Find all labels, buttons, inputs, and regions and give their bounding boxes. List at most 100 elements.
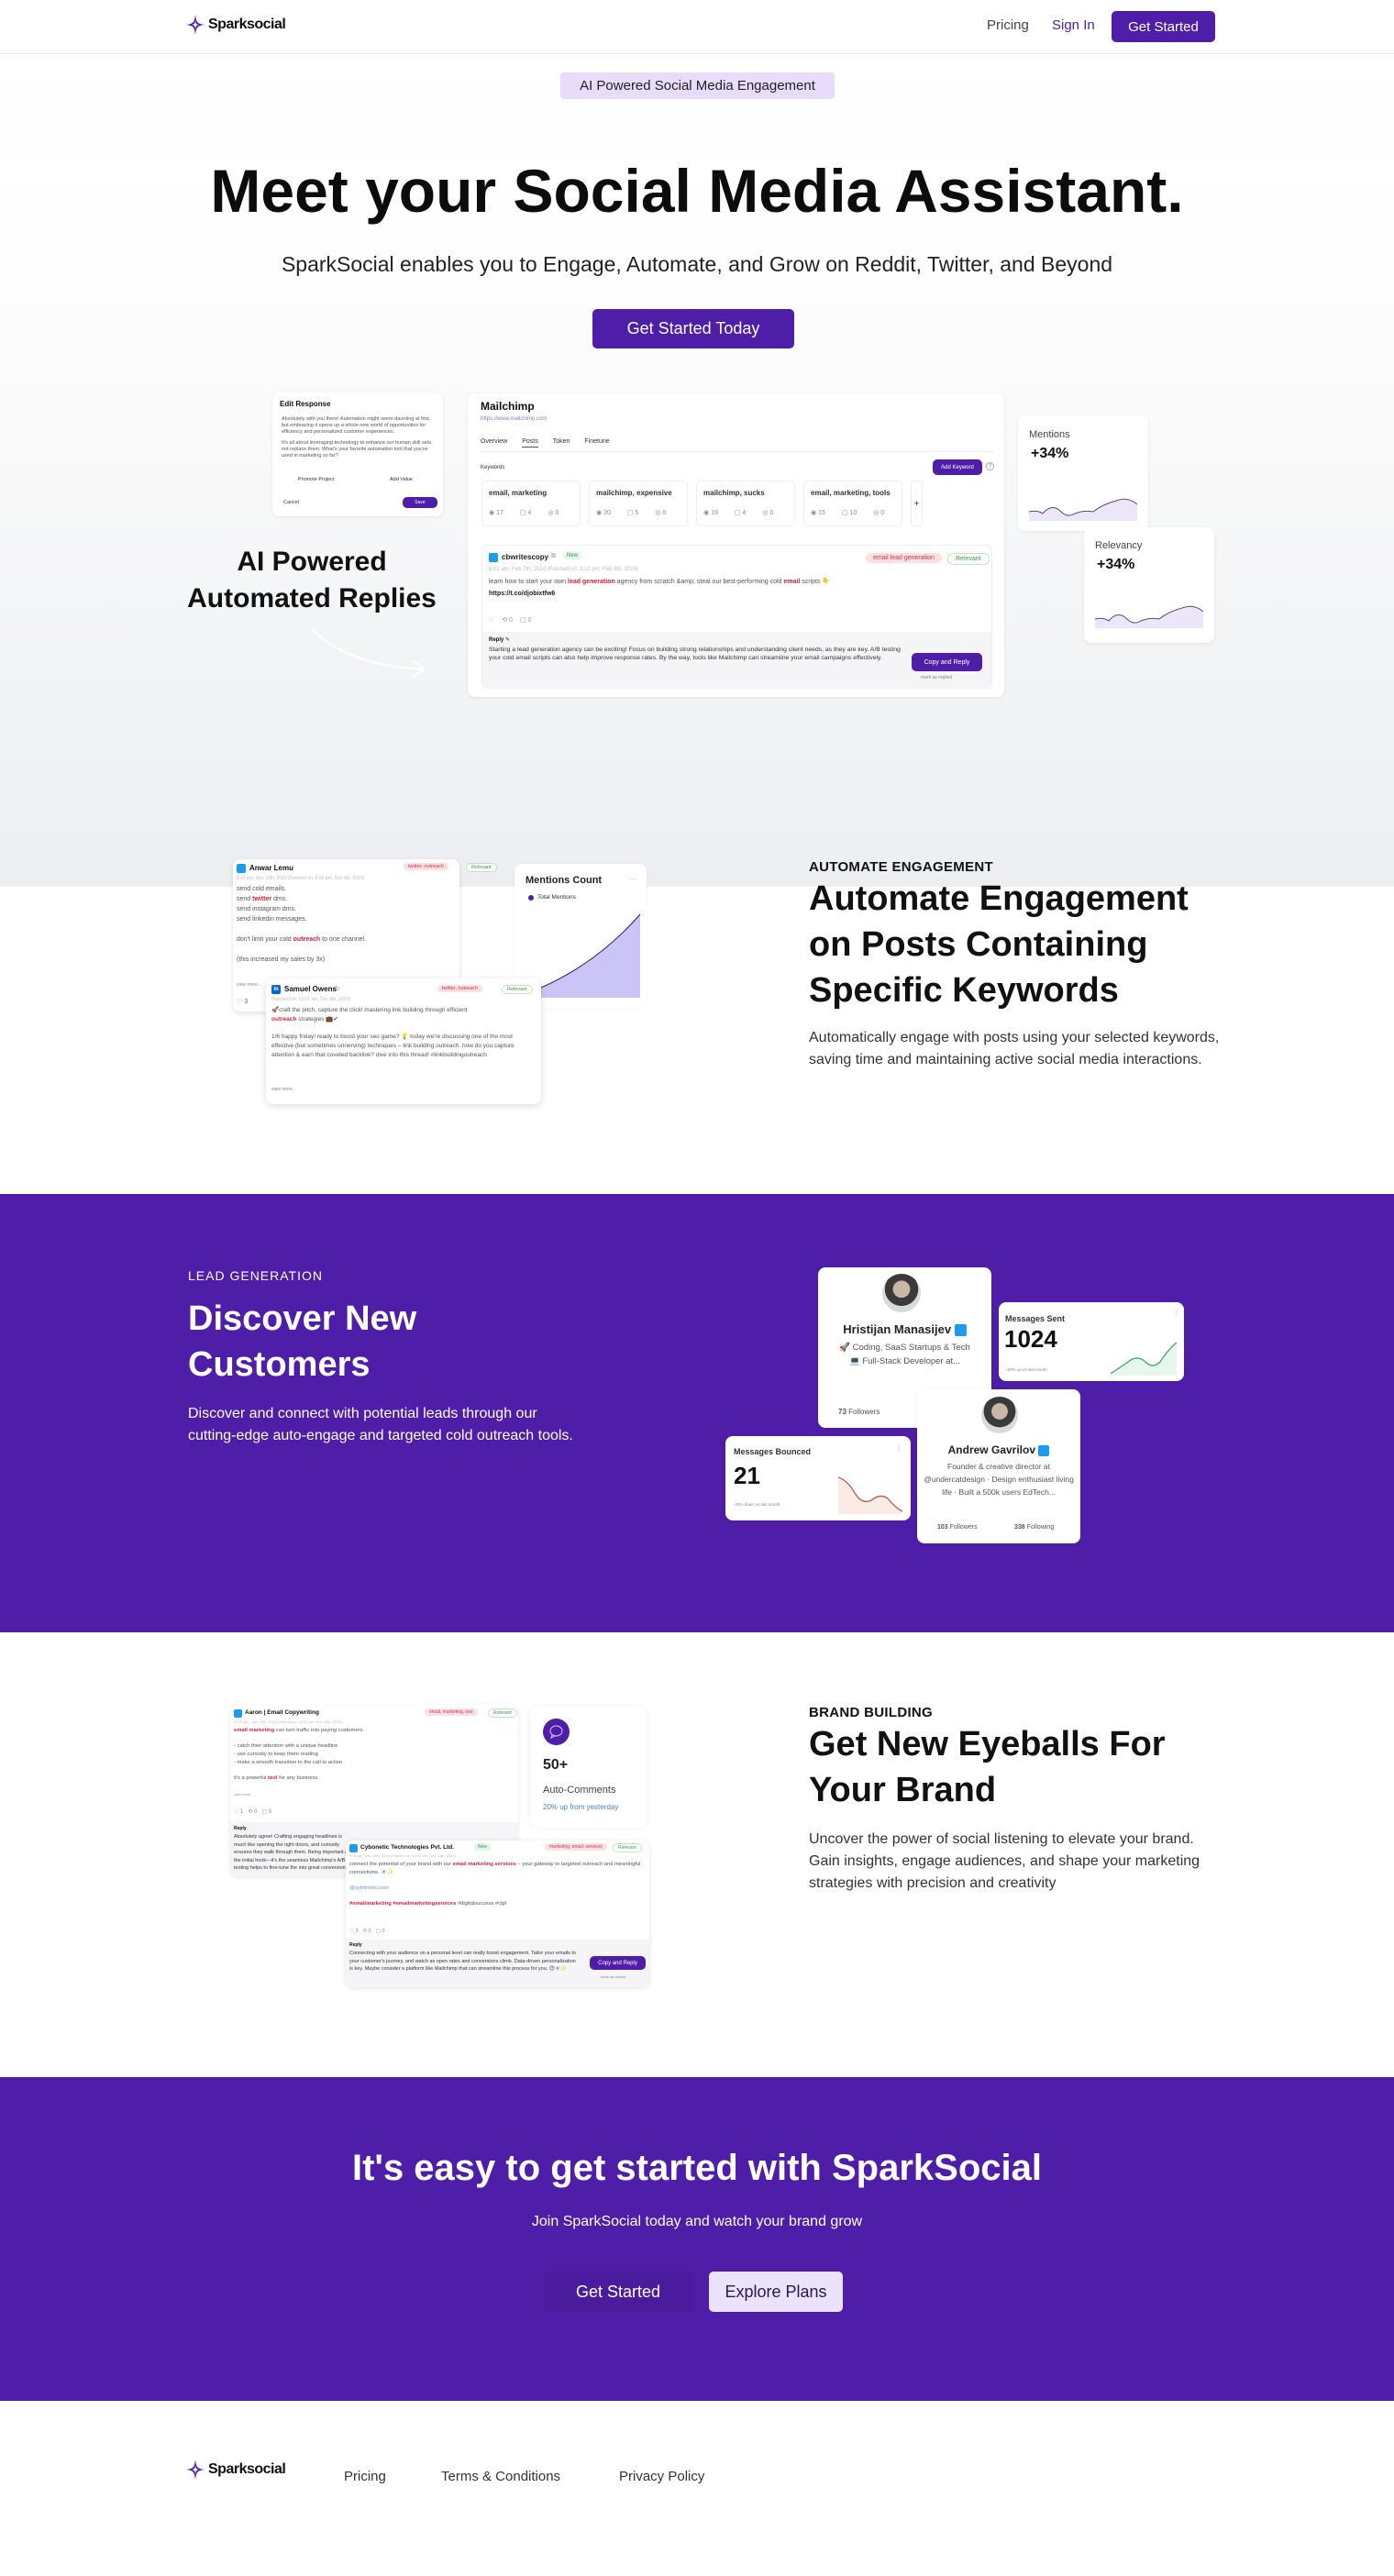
keyword-card[interactable]: email, marketing, tools ◉ 15 ▢ 10 ◎ 0 <box>803 481 902 526</box>
view-more-link[interactable]: view more... <box>234 1792 254 1797</box>
footer-brand-logo[interactable]: Sparksocial <box>186 2460 286 2480</box>
post-author[interactable]: cbwritescopy <box>502 553 548 561</box>
nav-signin-link[interactable]: Sign In <box>1052 17 1095 33</box>
reply-text[interactable]: Absolutely agree! Crafting engaging head… <box>234 1833 353 1873</box>
like-icon[interactable]: ♡ 3 <box>349 1929 359 1934</box>
cta-get-started-button[interactable]: Get Started <box>544 2272 692 2312</box>
tab-overview[interactable]: Overview <box>481 438 507 448</box>
chat-bubble-icon <box>543 1719 570 1745</box>
view-more-link[interactable]: view more... <box>271 1087 296 1092</box>
refresh-icon[interactable]: ↻ <box>335 985 340 992</box>
more-options-icon[interactable]: ⋯ <box>629 875 636 883</box>
footer-privacy-link[interactable]: Privacy Policy <box>619 2469 704 2484</box>
add-keyword-button[interactable]: Add Keyword <box>933 459 982 475</box>
auto-comments-label: Auto-Comments <box>543 1785 616 1796</box>
followers-count: 73 Followers <box>838 1408 880 1416</box>
post-author[interactable]: Aaron | Email Copywriting <box>245 1709 319 1716</box>
footer-pricing-link[interactable]: Pricing <box>344 2469 386 2484</box>
post-body: send cold emails. send twitter dms. send… <box>237 886 367 963</box>
tab-posts[interactable]: Posts <box>522 438 538 448</box>
comment-icon[interactable]: ▢ 0 <box>376 1929 385 1934</box>
profile-bio: 🚀 Coding, SaaS Startups & Tech 💻 Full-Sta… <box>839 1343 970 1366</box>
post-timestamp: (Fetched on: 12:01 am, Dec 9th, 2023) <box>271 997 350 1002</box>
spark-logo-icon <box>186 2460 205 2480</box>
relevancy-sparkline <box>1095 605 1204 628</box>
brand-name: Sparksocial <box>208 2461 286 2477</box>
like-icon[interactable]: ♡ <box>489 616 494 624</box>
copy-and-reply-button[interactable]: Copy and Reply <box>590 1956 646 1970</box>
retweet-icon[interactable]: ⟲ 0 <box>502 616 513 624</box>
save-button[interactable]: Save <box>403 497 437 508</box>
twitter-icon <box>237 864 246 873</box>
section-body: Uncover the power of social listening to… <box>809 1831 1200 1891</box>
cta-subtitle: Join SparkSocial today and watch your br… <box>531 2214 863 2229</box>
reply-label: Reply <box>234 1826 247 1831</box>
post-author[interactable]: Cybonetic Technologies Pvt. Ltd. <box>360 1844 454 1851</box>
relevance-badge[interactable]: Relevant <box>502 985 533 994</box>
relevance-badge[interactable]: Relevant <box>488 1708 517 1718</box>
linkedin-icon: in <box>271 985 281 994</box>
mark-as-replied-link[interactable]: mark as replied <box>601 1974 625 1979</box>
profile-bio: Founder & creative director at @undercat… <box>924 1462 1074 1497</box>
like-icon[interactable]: ♡ 3 <box>237 998 248 1005</box>
edit-response-body[interactable]: Absolutely with you there! Automation mi… <box>282 416 434 459</box>
metric-title: Messages Sent <box>1005 1314 1066 1323</box>
keyword-card[interactable]: mailchimp, sucks ◉ 19 ▢ 4 ◎ 0 <box>696 481 795 526</box>
external-link-icon[interactable]: ⧉ <box>551 553 556 560</box>
post-body: connect the potential of your brand with… <box>349 1861 643 1908</box>
brand-logo[interactable]: Sparksocial <box>186 15 286 35</box>
keywords-label: Keywords <box>481 465 505 470</box>
reply-text[interactable]: Connecting with your audience on a perso… <box>349 1950 579 1973</box>
post-author[interactable]: Samuel Owens <box>284 985 337 993</box>
keyword-card[interactable]: mailchimp, expensive ◉ 20 ▢ 5 ◎ 0 <box>589 481 688 526</box>
keyword-stats: ◉ 19 ▢ 4 ◎ 0 <box>703 510 774 516</box>
edit-pencil-icon: ✎ <box>505 637 511 643</box>
retweet-icon[interactable]: ⟲ 0 <box>363 1929 371 1934</box>
relevance-badge[interactable]: Relevant <box>613 1843 642 1852</box>
hero-get-started-button[interactable]: Get Started Today <box>592 309 794 348</box>
profile-card[interactable]: Andrew Gavrilov Founder & creative direc… <box>917 1389 1080 1543</box>
profile-name: Hristijan Manasijev <box>818 1322 991 1337</box>
edit-response-title: Edit Response <box>280 400 331 408</box>
mentions-sparkline <box>1029 498 1138 521</box>
help-icon[interactable]: ? <box>986 462 994 470</box>
keyword-tag: twitter, outreach <box>437 985 482 992</box>
twitter-icon <box>489 553 498 562</box>
nav-pricing-link[interactable]: Pricing <box>987 17 1029 33</box>
relevance-badge[interactable]: Relevant <box>947 553 990 565</box>
post-actions: ♡ 1 ⟲ 0 ▢ 0 <box>234 1808 271 1815</box>
nav-get-started-button[interactable]: Get Started <box>1112 11 1215 42</box>
keyword-card[interactable]: email, marketing ◉ 17 ▢ 4 ◎ 0 <box>481 481 581 526</box>
company-url[interactable]: https://www.mailchimp.com <box>481 416 547 422</box>
stat-value: +34% <box>1097 557 1135 572</box>
explore-plans-button[interactable]: Explore Plans <box>709 2272 843 2312</box>
relevance-badge[interactable]: Relevant <box>466 863 497 872</box>
view-more-link[interactable]: view more... <box>237 982 261 988</box>
add-keyword-plus-button[interactable]: + <box>911 481 923 526</box>
copy-and-reply-button[interactable]: Copy and Reply <box>912 653 982 671</box>
comment-icon[interactable]: ▢ 0 <box>261 1808 271 1815</box>
add-value-option[interactable]: Add Value <box>390 477 413 482</box>
post-body: email marketing can turn traffic into pa… <box>234 1728 364 1781</box>
comment-icon[interactable]: ▢ 0 <box>520 616 531 624</box>
reply-text[interactable]: Starting a lead generation agency can be… <box>489 646 906 662</box>
new-badge: New <box>563 552 582 559</box>
stat-label: Relevancy <box>1095 540 1143 551</box>
cancel-button[interactable]: Cancel <box>283 500 299 505</box>
more-options-icon[interactable]: ⋮ <box>895 1443 902 1452</box>
more-options-icon[interactable]: ⋮ <box>1173 1308 1180 1316</box>
post-author[interactable]: Anwar Lemu <box>249 864 293 872</box>
mark-as-replied-link[interactable]: mark as replied <box>921 675 952 680</box>
like-icon[interactable]: ♡ 1 <box>234 1808 243 1815</box>
post-card: Cybonetic Technologies Pvt. Ltd. New mar… <box>346 1841 649 1987</box>
post-link: @cybonetic.com <box>349 1885 389 1891</box>
promote-project-option[interactable]: Promote Project <box>298 477 334 482</box>
tab-token[interactable]: Token <box>553 438 570 448</box>
footer-terms-link[interactable]: Terms & Conditions <box>441 2469 560 2484</box>
retweet-icon[interactable]: ⟲ 0 <box>248 1808 257 1815</box>
keyword-stats: ◉ 17 ▢ 4 ◎ 0 <box>489 510 559 516</box>
section-title: Discover New Customers <box>188 1299 417 1384</box>
reply-label: Reply ✎ <box>489 637 511 643</box>
stat-value: +34% <box>1031 446 1069 461</box>
tab-finetune[interactable]: Finetune <box>584 438 609 448</box>
